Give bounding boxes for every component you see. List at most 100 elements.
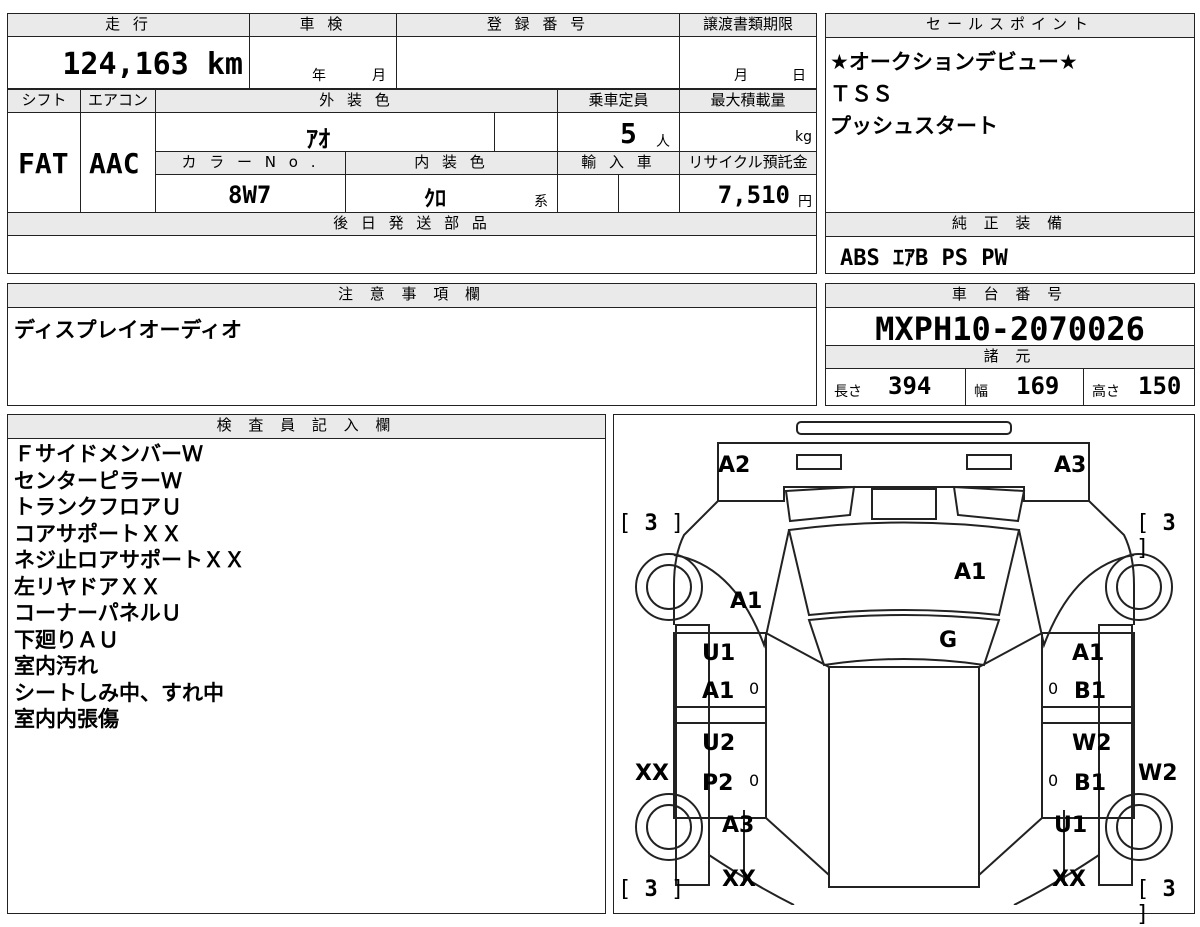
label-lr-door-top: U2 [702,731,736,756]
label-right-sill: W2 [1138,761,1178,786]
later-parts-cell [7,235,817,274]
notes-panel: 注 意 事 項 欄 ディスプレイオーディオ [7,283,817,406]
label-lf-door-mark: 0 [749,679,760,698]
mileage-cell: 124,163 km [7,36,250,89]
label-rear-right: XX [1052,867,1086,892]
label-rr-door-top: W2 [1072,731,1112,756]
recycle-cell: 7,510 円 [679,174,817,213]
sales-point-line: ★オークションデビュー★ [830,50,1078,74]
sales-point-line: ＴＳＳ [830,82,893,106]
registration-cell [396,36,680,89]
notes-title: 注 意 事 項 欄 [8,284,816,308]
transfer-month-unit: 月 [734,68,748,84]
inspector-title: 検 査 員 記 入 欄 [8,415,605,439]
aircon-header: エアコン [80,89,156,113]
exterior-color-value: ｱｵ [306,125,330,153]
import-header: 輸 入 車 [557,151,680,175]
sales-points-panel: セールスポイント ★オークションデビュー★ ＴＳＳ プッシュスタート [825,13,1195,213]
notes-text: ディスプレイオーディオ [14,318,243,342]
import-cell-a [557,174,619,213]
tire-rl-bracket: [ 3 ] [618,877,685,902]
label-left-fender: A1 [730,589,763,614]
interior-color-value: ｸﾛ [424,187,447,212]
later-parts-header: 後 日 発 送 部 品 [7,212,817,236]
recycle-header: リサイクル預託金 [679,151,817,175]
inspection-month-unit: 月 [372,68,386,84]
inspector-line: ネジ止ロアサポートＸＸ [14,548,245,572]
transfer-deadline-header: 譲渡書類期限 [679,13,817,37]
inspector-line: 左リヤドアＸＸ [14,574,161,599]
aircon-cell: AAC [80,112,156,213]
label-rr-door-bottom: B1 [1074,771,1107,796]
inspector-line: コアサポートＸＸ [14,521,182,546]
aircon-value: AAC [89,147,140,180]
sales-points-list: ★オークションデビュー★ ＴＳＳ プッシュスタート [830,46,1078,142]
exterior-color-header: 外 装 色 [155,89,558,113]
label-right-quarter: U1 [1054,813,1088,838]
shift-header: シフト [7,89,81,113]
spec-length-cell: 長さ 394 [826,369,966,405]
capacity-unit: 人 [656,134,670,150]
label-rear-left: XX [722,867,756,892]
shift-value: FAT [18,147,69,180]
inspector-panel: 検 査 員 記 入 欄 ＦサイドメンバーＷ センターピラーＷ トランクフロアＵ … [7,414,606,914]
recycle-value: 7,510 [717,181,790,209]
capacity-cell: 5 人 [557,112,680,152]
car-outline [635,421,1173,905]
sales-point-line: プッシュスタート [830,114,998,138]
label-lr-door-bottom: P2 [702,771,734,796]
tire-fl-bracket: [ 3 ] [618,511,685,536]
inspector-line: 室内汚れ [14,654,98,678]
inspector-line: コーナーパネルＵ [14,601,182,625]
label-rr-door-mark: 0 [1048,771,1059,790]
spec-height-cell: 高さ 150 [1084,369,1194,405]
label-lr-door-mark: 0 [749,771,760,790]
recycle-unit: 円 [798,194,812,210]
inspector-line: 下廻りＡＵ [14,627,119,652]
label-rf-door-bottom: B1 [1074,679,1107,704]
mileage-value: 124,163 km [62,47,243,82]
inspector-line: センターピラーＷ [14,468,182,493]
shift-cell: FAT [7,112,81,213]
label-front-right: A3 [1054,453,1087,478]
chassis-title: 車 台 番 号 [826,284,1194,308]
label-hood: A1 [954,560,987,585]
max-load-header: 最大積載量 [679,89,817,113]
tire-fr-bracket: [ 3 ] [1136,511,1176,561]
registration-header: 登 録 番 号 [396,13,680,37]
max-load-unit: kg [795,129,812,145]
capacity-header: 乗車定員 [557,89,680,113]
standard-equipment-value: ABS ｴｱB PS PW [840,246,1008,271]
tire-fl-value: 3 [644,511,658,536]
interior-color-header: 内 装 色 [345,151,558,175]
tire-rr-bracket: [ 3 ] [1136,877,1176,927]
tire-fr-value: 3 [1162,511,1176,536]
interior-color-suffix: 系 [534,194,548,210]
spec-width-value: 169 [1016,372,1060,400]
spec-width-cell: 幅 169 [966,369,1084,405]
tire-rl-value: 3 [644,877,658,902]
spec-height-value: 150 [1138,372,1182,400]
color-no-header: カ ラ ー N o . [155,151,346,175]
label-rf-door-top: A1 [1072,641,1105,666]
spec-height-label: 高さ [1092,384,1120,400]
inspection-header: 車 検 [249,13,397,37]
transfer-day-unit: 日 [792,68,806,84]
exterior-color-cell: ｱｵ [155,112,495,153]
spec-width-label: 幅 [974,384,988,400]
inspector-line: 室内内張傷 [14,707,119,731]
transfer-deadline-cell: 月 日 [679,36,817,89]
mileage-header: 走 行 [7,13,250,37]
label-front-left: A2 [718,453,751,478]
inspection-cell: 年 月 [249,36,397,89]
spec-length-label: 長さ [834,384,862,400]
color-no-cell: 8W7 [155,174,346,213]
label-rf-door-mark: 0 [1048,679,1059,698]
label-lf-door-top: U1 [702,641,736,666]
inspector-list: ＦサイドメンバーＷ センターピラーＷ トランクフロアＵ コアサポートＸＸ ネジ止… [14,441,245,733]
capacity-value: 5 [620,117,637,150]
label-left-quarter: A3 [722,813,755,838]
inspection-year-unit: 年 [312,68,326,84]
inspector-line: シートしみ中、すれ中 [14,680,224,705]
inspector-line: ＦサイドメンバーＷ [14,442,203,466]
